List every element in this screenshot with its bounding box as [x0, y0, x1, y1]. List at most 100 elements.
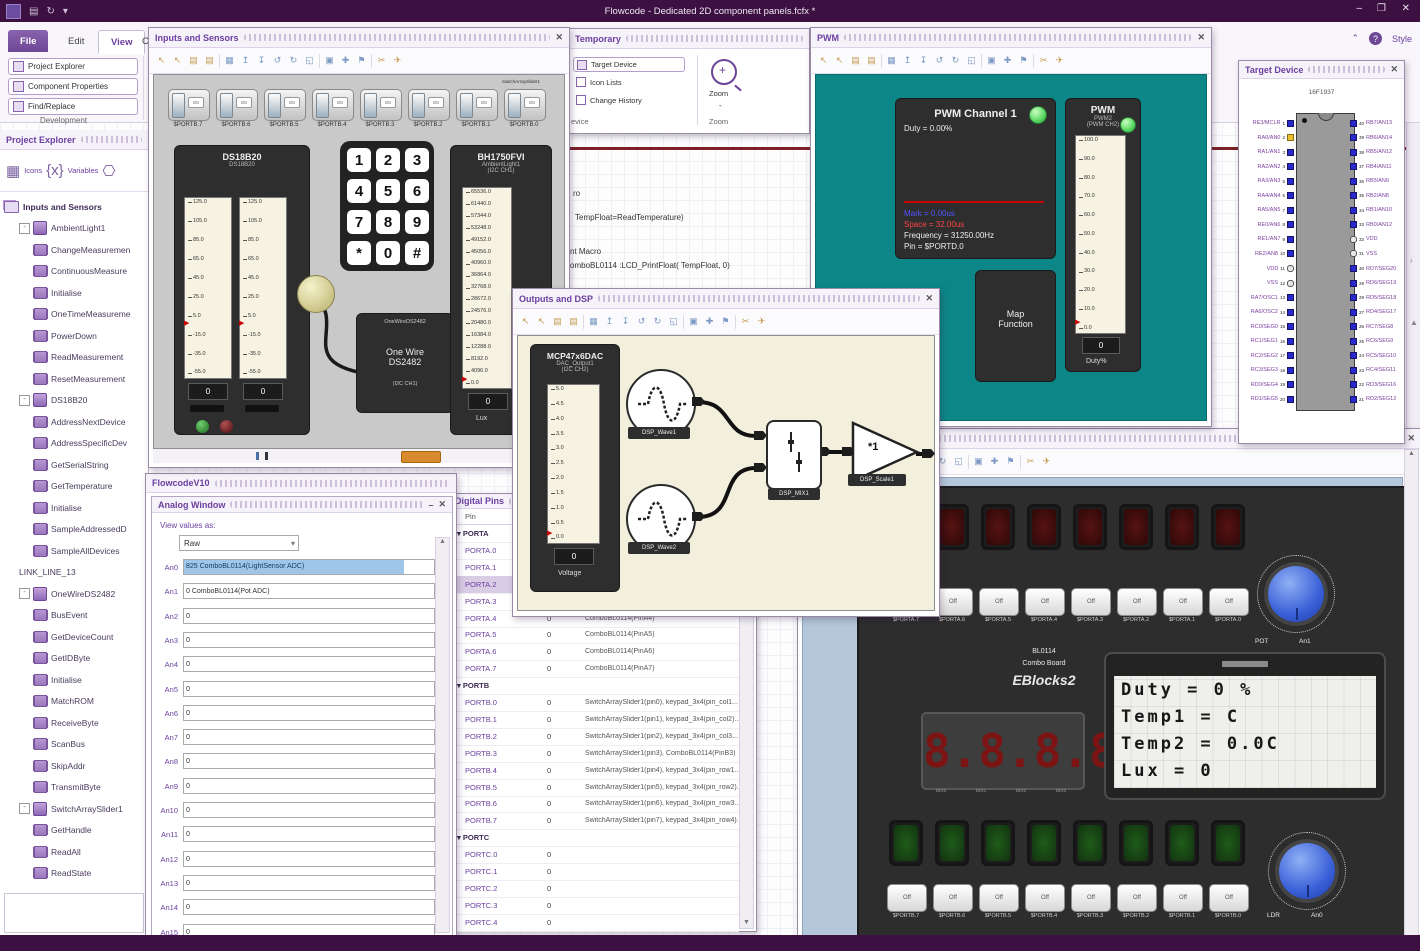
pin-pad[interactable] — [1287, 163, 1294, 171]
digital-row-PORTB.0[interactable]: PORTB.0 0 SwitchArraySlider1(pin0), keypad… — [451, 694, 739, 712]
tree-item-onewireds2482[interactable]: - OneWireDS2482 — [0, 583, 148, 604]
pin-pad[interactable] — [1350, 192, 1357, 200]
analog-row-field[interactable]: 825 ComboBL0114(LightSensor ADC) — [183, 559, 435, 575]
toolbar-icon[interactable]: ▤ — [865, 54, 878, 67]
analog-window-titlebar[interactable]: Analog Window – ✕ — [152, 497, 452, 513]
connection-node-a[interactable] — [297, 275, 335, 313]
keypad-key-4[interactable]: 4 — [347, 179, 371, 203]
toolbar-icon[interactable]: ↺ — [635, 315, 648, 328]
analog-row-field[interactable]: 0 — [183, 656, 435, 673]
tree-item-getidbyte[interactable]: GetIDByte — [0, 648, 148, 669]
toolbar-icon[interactable]: ↖ — [535, 315, 548, 328]
analog-scrollbar[interactable]: ▲ — [435, 537, 450, 933]
tree-item-matchrom[interactable]: MatchROM — [0, 691, 148, 712]
pin-pad[interactable] — [1350, 323, 1357, 331]
pin-pad[interactable] — [1350, 163, 1357, 171]
board-switch-$PORTA.0[interactable]: Off — [1209, 588, 1249, 616]
board-switch-$PORTB.0[interactable]: Off — [1209, 884, 1249, 912]
find-replace-button[interactable]: Find/Replace — [8, 98, 138, 115]
digital-row-PORTB.2[interactable]: PORTB.2 0 SwitchArraySlider1(pin2), keypad… — [451, 728, 739, 746]
keypad-key-5[interactable]: 5 — [376, 179, 400, 203]
toolbar-icon[interactable]: ▦ — [885, 54, 898, 67]
board-switch-$PORTB.5[interactable]: Off — [979, 884, 1019, 912]
pin-pad[interactable] — [1287, 221, 1294, 229]
toolbar-icon[interactable]: ⚑ — [1017, 54, 1030, 67]
pin-pad[interactable] — [1350, 366, 1357, 374]
toggle-switch-$PORTB.7[interactable]: On — [168, 89, 210, 121]
digital-row-PORTB.7[interactable]: PORTB.7 0 SwitchArraySlider1(pin7), keypad… — [451, 812, 739, 831]
scroll-up-icon[interactable]: ▲ — [1408, 450, 1415, 457]
toolbar-icon[interactable]: ↥ — [901, 54, 914, 67]
toggle-switch-$PORTB.1[interactable]: On — [456, 89, 498, 121]
toggle-switch-$PORTB.3[interactable]: On — [360, 89, 402, 121]
keypad-key-6[interactable]: 6 — [405, 179, 429, 203]
pin-pad[interactable] — [1350, 265, 1357, 272]
analog-row-field[interactable]: 0 — [183, 802, 435, 818]
close-icon[interactable]: ✕ — [1197, 32, 1205, 43]
board-scrollbar[interactable]: ▲ — [1404, 449, 1419, 942]
pin-pad[interactable] — [1287, 337, 1294, 345]
toolbar-icon[interactable]: ◱ — [667, 315, 680, 328]
toolbar-icon[interactable]: ↻ — [287, 54, 300, 67]
pin-pad[interactable] — [1350, 148, 1357, 156]
tree-item-scanbus[interactable]: ScanBus — [0, 734, 148, 755]
ldr-knob[interactable] — [1268, 832, 1346, 910]
keypad-key-1[interactable]: 1 — [347, 148, 371, 172]
component-properties-button[interactable]: Component Properties — [8, 78, 138, 95]
analog-row-field[interactable]: 0 — [183, 631, 435, 648]
zoom-icon[interactable]: + — [711, 59, 742, 92]
tree-item-transmitbyte[interactable]: TransmitByte — [0, 777, 148, 798]
icons-view-icon[interactable]: ▦ — [6, 162, 20, 180]
hscroll-thumb[interactable] — [401, 451, 441, 463]
tree-item-busevent[interactable]: BusEvent — [0, 605, 148, 626]
pin-pad[interactable] — [1350, 337, 1357, 345]
tree-item-getserialstring[interactable]: GetSerialString — [0, 454, 148, 475]
toolbar-icon[interactable]: ▣ — [687, 315, 700, 328]
toggle-switch-$PORTB.0[interactable]: On — [504, 89, 546, 121]
tree-item-resetmeasurement[interactable]: ResetMeasurement — [0, 368, 148, 389]
toolbar-icon[interactable]: ↧ — [619, 315, 632, 328]
analog-row-field[interactable]: 0 — [183, 777, 435, 794]
toolbar-icon[interactable]: ✈ — [755, 315, 768, 328]
toolbar-icon[interactable]: ✚ — [1001, 54, 1014, 67]
expander-icon[interactable]: - — [19, 588, 30, 599]
toolbar-icon[interactable]: ✚ — [703, 315, 716, 328]
switch-slider[interactable] — [316, 93, 329, 118]
pin-pad[interactable] — [1350, 177, 1357, 185]
toolbar-icon[interactable]: ↻ — [949, 54, 962, 67]
pin-pad[interactable] — [1350, 381, 1357, 389]
digital-row-PORTA.6[interactable]: PORTA.6 0 ComboBL0114(PinA6) — [451, 643, 739, 662]
inputs-sensors-titlebar[interactable]: Inputs and Sensors ✕ — [149, 28, 569, 48]
toolbar-icon[interactable]: ✚ — [988, 455, 1001, 468]
toolbar-icon[interactable]: ✂ — [375, 54, 388, 67]
digital-row-PORTC.1[interactable]: PORTC.1 0 — [451, 863, 739, 881]
tree-item-switcharrayslider1[interactable]: - SwitchArraySlider1 — [0, 798, 148, 819]
tree-item-powerdown[interactable]: PowerDown — [0, 325, 148, 346]
keypad-key-9[interactable]: 9 — [405, 210, 429, 234]
toolbar-icon[interactable]: ✈ — [1053, 54, 1066, 67]
digital-row-PORTA.7[interactable]: PORTA.7 0 ComboBL0114(PinA7) — [451, 660, 739, 679]
digital-row-PORTC.4[interactable]: PORTC.4 0 — [451, 914, 739, 932]
toolbar-icon[interactable]: ✂ — [739, 315, 752, 328]
pin-pad[interactable] — [1350, 352, 1357, 360]
toolbar-icon[interactable]: ↖ — [171, 54, 184, 67]
toolbar-icon[interactable]: ↺ — [271, 54, 284, 67]
tree-item-initialise[interactable]: Initialise — [0, 497, 148, 518]
target-device-titlebar[interactable]: Target Device ✕ — [1239, 61, 1404, 79]
switch-slider[interactable] — [508, 93, 521, 118]
toolbar-icon[interactable]: ↧ — [255, 54, 268, 67]
target-device-toggle[interactable]: Target Device — [573, 57, 685, 72]
switch-slider[interactable] — [460, 93, 473, 118]
analog-row-field[interactable]: 0 — [183, 753, 435, 770]
pin-pad[interactable] — [1287, 250, 1294, 258]
board-switch-$PORTA.1[interactable]: Off — [1163, 588, 1203, 616]
pwm-titlebar[interactable]: PWM ✕ — [811, 28, 1211, 48]
keypad-key-8[interactable]: 8 — [376, 210, 400, 234]
toolbar-icon[interactable]: ⚑ — [719, 315, 732, 328]
ds18b20-led-red[interactable] — [220, 420, 233, 433]
digital-row-PORTB.1[interactable]: PORTB.1 0 SwitchArraySlider1(pin1), keypad… — [451, 711, 739, 729]
toolbar-icon[interactable]: ↻ — [651, 315, 664, 328]
close-icon[interactable]: ✕ — [1407, 433, 1415, 444]
tree-item-addressnextdevice[interactable]: AddressNextDevice — [0, 411, 148, 432]
toolbar-icon[interactable]: ⚑ — [355, 54, 368, 67]
